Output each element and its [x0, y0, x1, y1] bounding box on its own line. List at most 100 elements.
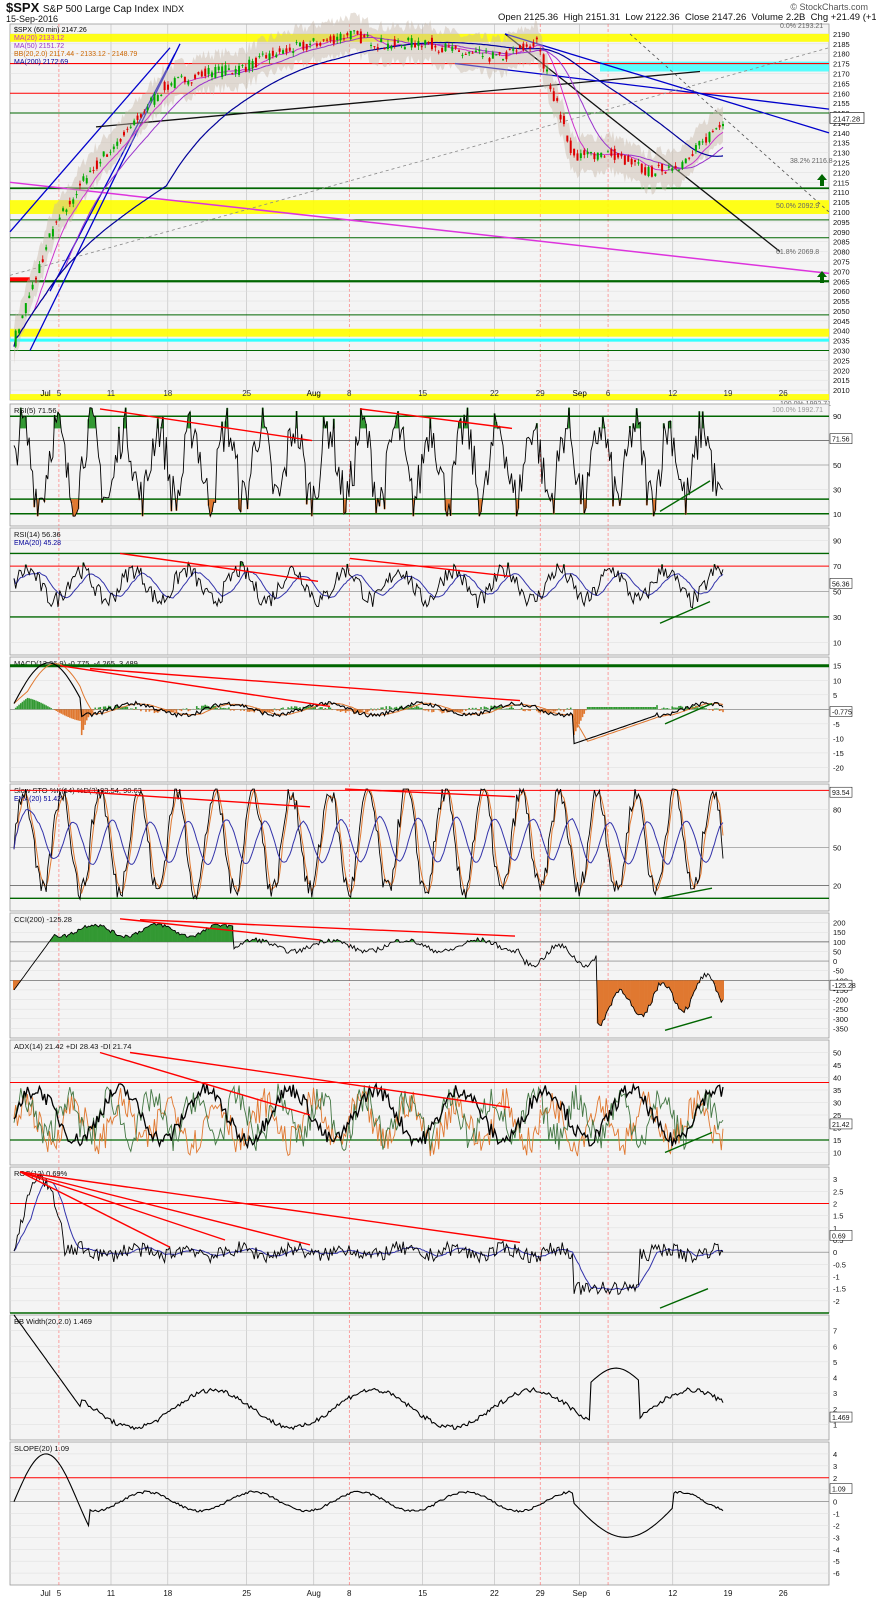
candle-body	[458, 50, 461, 52]
y-tick-label: 3	[833, 1175, 837, 1184]
candle-body	[407, 37, 410, 41]
candle-body	[569, 140, 572, 154]
candle-body	[366, 34, 369, 37]
candle-body	[363, 34, 366, 38]
x-tick-label-bottom: 15	[418, 1589, 427, 1598]
y-tick-label: 40	[833, 1074, 841, 1083]
x-tick-label-bottom: Jul	[40, 1589, 50, 1598]
candle-body	[650, 166, 653, 177]
y-tick-label: 2020	[833, 366, 850, 375]
y-tick-label: 50	[833, 461, 841, 470]
candle-body	[38, 264, 41, 274]
candle-body	[65, 209, 68, 212]
candle-body	[342, 38, 345, 40]
candle-body	[170, 83, 173, 86]
candle-body	[346, 33, 349, 36]
candle-body	[414, 42, 417, 48]
candle-body	[556, 98, 559, 101]
y-tick-label: 30	[833, 485, 841, 494]
candle-body	[474, 50, 477, 53]
candle-body	[95, 160, 98, 169]
candle-body	[288, 47, 291, 51]
panel-macd	[9, 656, 830, 783]
candle-body	[295, 42, 298, 44]
y-tick-label: 150	[833, 928, 846, 937]
candle-body	[356, 30, 359, 35]
x-tick-label-bottom: 8	[347, 1589, 352, 1598]
candle-body	[451, 46, 454, 51]
candle-body	[532, 42, 535, 47]
y-tick-label: -50	[833, 967, 844, 976]
y-tick-label: 3	[833, 1462, 837, 1471]
y-tick-label: 80	[833, 805, 841, 814]
candle-body	[535, 37, 538, 40]
y-tick-label: 200	[833, 919, 846, 928]
candle-body	[62, 208, 65, 211]
panel-title: RSI(14) 56.36	[14, 530, 61, 539]
candle-body	[671, 168, 674, 171]
y-tick-label: 70	[833, 562, 841, 571]
candle-body	[576, 153, 579, 161]
candle-body	[41, 259, 44, 263]
y-tick-label: 30	[833, 1099, 841, 1108]
candle-body	[31, 284, 34, 290]
candle-body	[278, 48, 281, 52]
fib-label: 61.8% 2069.8	[776, 249, 819, 256]
candle-body	[606, 151, 609, 153]
candle-body	[661, 163, 664, 172]
candle-body	[688, 157, 691, 159]
y-tick-label: 45	[833, 1061, 841, 1070]
candle-body	[684, 158, 687, 164]
candle-body	[437, 51, 440, 53]
candle-body	[227, 68, 230, 70]
candle-body	[248, 59, 251, 71]
x-tick-label-bottom: 11	[107, 1589, 116, 1598]
y-tick-label: -15	[833, 749, 844, 758]
candle-body	[254, 57, 257, 68]
candle-body	[485, 50, 488, 52]
y-tick-label: 1.5	[833, 1212, 843, 1221]
candle-body	[285, 48, 288, 53]
candle-body	[593, 153, 596, 160]
price-legend-item: MA(50) 2151.72	[14, 43, 64, 50]
panel-subtitle: EMA(20) 45.28	[14, 540, 61, 547]
candle-body	[112, 146, 115, 150]
candle-body	[298, 42, 301, 46]
candle-body	[329, 36, 332, 41]
y-tick-label: 2015	[833, 376, 850, 385]
y-tick-label: 2070	[833, 267, 850, 276]
candle-body	[718, 124, 721, 128]
y-tick-label: 2	[833, 1200, 837, 1209]
candle-body	[583, 150, 586, 155]
y-tick-label: 0	[833, 957, 837, 966]
candle-body	[14, 330, 17, 347]
candle-body	[410, 38, 413, 48]
candle-body	[85, 178, 88, 184]
candle-body	[434, 45, 437, 48]
candle-body	[89, 170, 92, 172]
candle-body	[126, 128, 129, 130]
x-tick-label: 12	[668, 389, 677, 398]
y-tick-label: 4	[833, 1374, 837, 1383]
x-tick-label-bottom: 19	[724, 1589, 733, 1598]
y-tick-label: 10	[833, 1149, 841, 1158]
candle-body	[447, 45, 450, 47]
y-tick-label: 2055	[833, 297, 850, 306]
y-tick-label: 100	[833, 938, 846, 947]
x-tick-label-bottom: 5	[57, 1589, 62, 1598]
candle-body	[305, 44, 308, 50]
candle-body	[430, 37, 433, 50]
last-value: 0.69	[832, 1233, 846, 1240]
candle-body	[336, 36, 339, 41]
candle-body	[417, 41, 420, 47]
candle-body	[647, 167, 650, 177]
y-tick-label: -200	[833, 996, 848, 1005]
candle-body	[45, 247, 48, 250]
candle-body	[207, 67, 210, 75]
candle-body	[326, 39, 329, 41]
candle-body	[166, 84, 169, 90]
candle-body	[559, 114, 562, 120]
candle-body	[640, 163, 643, 173]
last-value: 71.56	[832, 437, 850, 444]
candle-body	[322, 39, 325, 41]
